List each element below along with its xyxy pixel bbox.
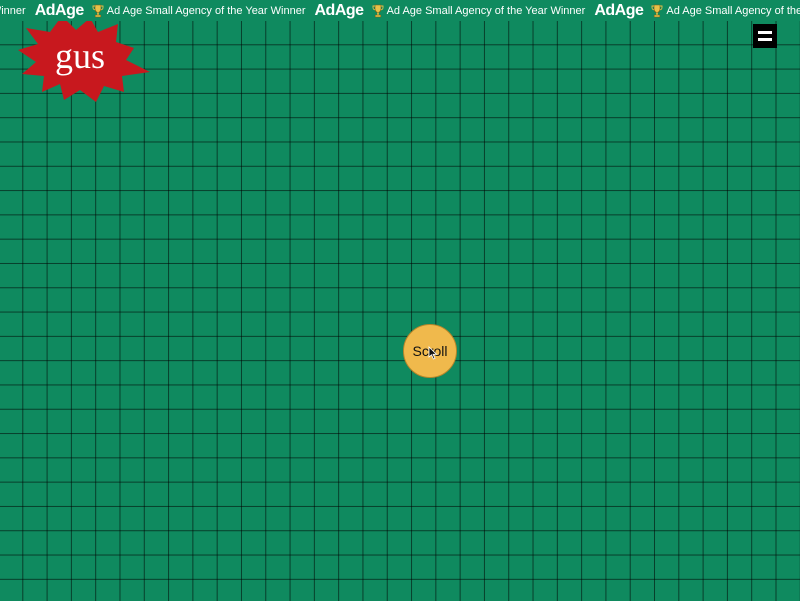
ticker-text: Ad Age Small Agency of the Year Winner [386, 4, 586, 17]
gus-logo-text: gus [54, 36, 105, 76]
ticker-text: ar Winner [0, 4, 26, 17]
ticker-text: Ad Age Small Agency of the Year Winner [666, 4, 800, 17]
ticker-text: Ad Age Small Agency of the Year Winner [106, 4, 306, 17]
scroll-button[interactable]: Scroll [403, 324, 457, 378]
adage-logo: AdAge [594, 1, 644, 19]
trophy-icon [372, 4, 384, 18]
scroll-button-label: Scroll [412, 343, 448, 359]
ticker-item: Ad Age Small Agency of the Year Winner [651, 0, 800, 21]
gus-logo[interactable]: gus [16, 14, 152, 102]
award-ticker: ar Winner AdAge Ad Age Small Agency of t… [0, 0, 800, 21]
trophy-icon [92, 4, 104, 18]
ticker-item: Ad Age Small Agency of the Year Winner A… [372, 0, 652, 21]
hamburger-menu-icon [758, 31, 772, 34]
ticker-track: ar Winner AdAge Ad Age Small Agency of t… [0, 0, 800, 21]
hamburger-menu-button[interactable] [753, 24, 777, 48]
adage-logo: AdAge [34, 1, 85, 19]
ticker-item: Ad Age Small Agency of the Year Winner A… [92, 0, 372, 21]
ticker-item: ar Winner AdAge [0, 0, 92, 21]
adage-logo: AdAge [314, 1, 365, 19]
trophy-icon [651, 4, 663, 18]
hamburger-menu-icon-bar [758, 38, 772, 41]
